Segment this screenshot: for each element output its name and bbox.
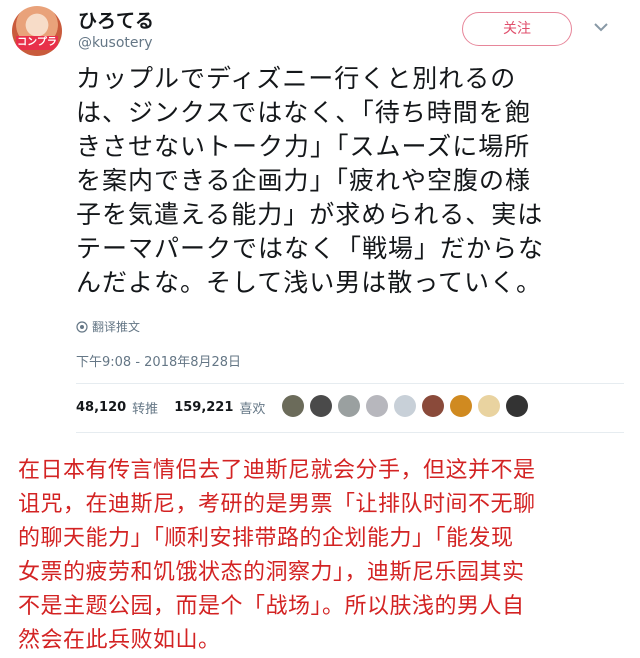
tweet-text: カップルでディズニー行くと別れるの は、ジンクスではなく、「待ち時間を飽 きさせない…	[76, 62, 616, 300]
caption-line: 诅咒，在迪斯尼，考研的是男票「让排队时间不无聊	[18, 492, 536, 517]
caption-line: 然会在此兵败如山。	[18, 628, 221, 653]
grey-avatar-icon[interactable]	[338, 395, 360, 417]
tweet-stats: 48,120 转推 159,221 喜欢	[76, 398, 275, 417]
caption-line: 女票的疲劳和饥饿状态的洞察力」，迪斯尼乐园其实	[18, 560, 525, 585]
blond-avatar-icon[interactable]	[478, 395, 500, 417]
retweets-label[interactable]: 转推	[132, 398, 158, 417]
tweet-line: んだよな。そして浅い男は散っていく。	[76, 268, 543, 297]
avatar-badge: コンプラ	[16, 36, 58, 50]
caption-line: 不是主题公园，而是个「战场」。所以肤浅的男人自	[18, 594, 525, 619]
tweet-line: きさせないトーク力」「スムーズに場所	[76, 132, 531, 161]
redhair-avatar-icon[interactable]	[422, 395, 444, 417]
caption-line: 在日本有传言情侣去了迪斯尼就会分手，但这并不是	[18, 458, 536, 483]
chevron-down-icon[interactable]	[592, 18, 610, 36]
tweet-timestamp[interactable]: 下午9:08 - 2018年8月28日	[76, 351, 241, 370]
bird-avatar-icon[interactable]	[282, 395, 304, 417]
translate-label: 翻译推文	[92, 320, 141, 334]
dark-avatar-icon[interactable]	[310, 395, 332, 417]
caption-line: 的聊天能力」「顺利安排带路的企划能力」「能发现	[18, 526, 514, 551]
likes-label[interactable]: 喜欢	[239, 398, 265, 417]
retweets-count[interactable]: 48,120	[76, 400, 126, 415]
author-avatar[interactable]: コンプラ	[12, 6, 62, 56]
blank-avatar-icon[interactable]	[394, 395, 416, 417]
author-display-name[interactable]: ひろてる	[78, 6, 154, 33]
tweet-line: テーマパークではなく「戦場」だからな	[76, 234, 545, 263]
liker-avatars	[282, 395, 528, 417]
follow-button[interactable]: 关注	[462, 12, 572, 46]
anime-avatar-icon[interactable]	[366, 395, 388, 417]
tweet-line: カップルでディズニー行くと別れるの	[76, 64, 517, 93]
likes-count[interactable]: 159,221	[174, 400, 233, 415]
divider	[76, 432, 624, 433]
tweet-line: を案内できる企画力」「疲れや空腹の様	[76, 166, 532, 195]
tweet-line: は、ジンクスではなく、「待ち時間を飽	[76, 98, 531, 127]
orange-avatar-icon[interactable]	[450, 395, 472, 417]
globe-icon	[76, 320, 88, 333]
caption-text: 在日本有传言情侣去了迪斯尼就会分手，但这并不是 诅咒，在迪斯尼，考研的是男票「让排…	[18, 454, 628, 658]
divider	[76, 383, 624, 384]
tweet-line: 子を気遣える能力」が求められる、実は	[76, 200, 544, 229]
yinyang-avatar-icon[interactable]	[506, 395, 528, 417]
author-handle[interactable]: @kusotery	[78, 35, 153, 51]
translate-tweet-link[interactable]: 翻译推文	[76, 318, 140, 335]
